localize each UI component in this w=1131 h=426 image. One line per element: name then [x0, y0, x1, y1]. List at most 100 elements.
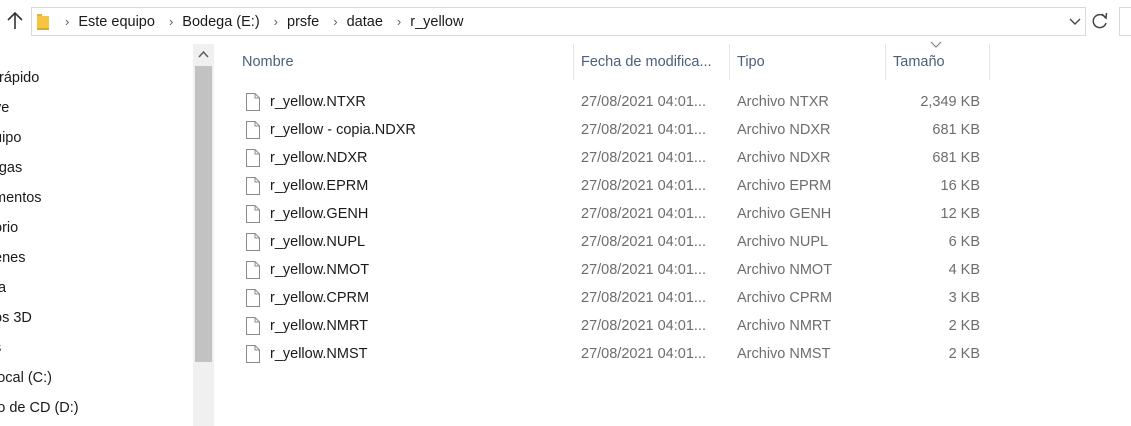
- nav-item[interactable]: rgas: [0, 160, 22, 176]
- file-type: Archivo EPRM: [737, 178, 832, 194]
- file-date: 27/08/2021 04:01...: [581, 178, 706, 194]
- file-type: Archivo NMRT: [737, 318, 831, 334]
- column-header-name[interactable]: Nombre: [242, 44, 294, 80]
- file-date: 27/08/2021 04:01...: [581, 290, 706, 306]
- address-box[interactable]: › Este equipo › Bodega (E:) › prsfe › datae › r_y…: [31, 7, 1086, 36]
- file-type: Archivo NMOT: [737, 262, 833, 278]
- nav-item[interactable]: enes: [0, 250, 25, 266]
- file-date: 27/08/2021 04:01...: [581, 122, 706, 138]
- breadcrumb-separator-icon[interactable]: ›: [274, 14, 278, 29]
- breadcrumb-separator-icon[interactable]: ›: [333, 14, 337, 29]
- file-size: 2 KB: [948, 346, 980, 362]
- file-icon: [246, 93, 260, 111]
- nav-item[interactable]: lo de CD (D:): [0, 400, 79, 416]
- breadcrumb: › Este equipo › Bodega (E:) › prsfe › datae › r_y…: [32, 8, 463, 35]
- file-type: Archivo CPRM: [737, 290, 833, 306]
- file-icon: [246, 345, 260, 363]
- column-divider[interactable]: [989, 44, 990, 80]
- file-icon: [246, 317, 260, 335]
- file-type: Archivo NDXR: [737, 150, 831, 166]
- file-row[interactable]: r_yellow.NTXR 27/08/2021 04:01... Archivo …: [233, 88, 993, 116]
- column-header-type[interactable]: Tipo: [737, 44, 765, 80]
- breadcrumb-separator-icon[interactable]: ›: [397, 14, 401, 29]
- nav-item[interactable]: orio: [0, 220, 18, 236]
- file-name: r_yellow.CPRM: [270, 290, 370, 306]
- file-size: 6 KB: [948, 234, 980, 250]
- file-icon: [246, 261, 260, 279]
- file-name: r_yellow.NUPL: [270, 234, 366, 250]
- file-type: Archivo NDXR: [737, 122, 831, 138]
- breadcrumb-item[interactable]: r_yellow: [410, 14, 463, 30]
- nav-scrollbar[interactable]: [193, 44, 214, 426]
- file-row[interactable]: r_yellow.GENH 27/08/2021 04:01... Archivo …: [233, 200, 993, 228]
- breadcrumb-separator-icon[interactable]: ›: [169, 14, 173, 29]
- file-date: 27/08/2021 04:01...: [581, 234, 706, 250]
- breadcrumb-item[interactable]: datae: [347, 14, 383, 30]
- file-type: Archivo GENH: [737, 206, 832, 222]
- column-header-date[interactable]: Fecha de modifica...: [581, 44, 712, 80]
- file-icon: [246, 205, 260, 223]
- file-date: 27/08/2021 04:01...: [581, 94, 706, 110]
- file-row[interactable]: r_yellow.NUPL 27/08/2021 04:01... Archivo …: [233, 228, 993, 256]
- nav-item[interactable]: rápido: [0, 70, 39, 86]
- file-name: r_yellow.NDXR: [270, 150, 368, 166]
- file-date: 27/08/2021 04:01...: [581, 346, 706, 362]
- file-name: r_yellow - copia.NDXR: [270, 122, 416, 138]
- file-row[interactable]: r_yellow.NMOT 27/08/2021 04:01... Archivo …: [233, 256, 993, 284]
- nav-item[interactable]: ve: [0, 100, 9, 116]
- file-row[interactable]: r_yellow.NMST 27/08/2021 04:01... Archivo …: [233, 340, 993, 368]
- file-date: 27/08/2021 04:01...: [581, 206, 706, 222]
- navigation-pane: rápido ve uipo rgas mentos orio enes ta os 3D s lo…: [0, 44, 193, 426]
- file-type: Archivo NTXR: [737, 94, 829, 110]
- breadcrumb-item[interactable]: Bodega (E:): [182, 14, 259, 30]
- search-box[interactable]: [1119, 7, 1131, 36]
- breadcrumb-item[interactable]: Este equipo: [78, 14, 155, 30]
- file-icon: [246, 149, 260, 167]
- chevron-down-icon[interactable]: [1067, 13, 1083, 29]
- file-size: 12 KB: [940, 206, 981, 222]
- nav-item[interactable]: ta: [0, 280, 6, 296]
- file-row[interactable]: r_yellow.CPRM 27/08/2021 04:01... Archivo …: [233, 284, 993, 312]
- file-row[interactable]: r_yellow.NDXR 27/08/2021 04:01... Archivo …: [233, 144, 993, 172]
- file-date: 27/08/2021 04:01...: [581, 150, 706, 166]
- file-size: 4 KB: [948, 262, 980, 278]
- file-name: r_yellow.NMRT: [270, 318, 369, 334]
- file-icon: [246, 177, 260, 195]
- file-row[interactable]: r_yellow - copia.NDXR 27/08/2021 04:01...…: [233, 116, 993, 144]
- file-date: 27/08/2021 04:01...: [581, 262, 706, 278]
- file-size: 681 KB: [932, 122, 980, 138]
- nav-item[interactable]: uipo: [0, 130, 21, 146]
- file-icon: [246, 233, 260, 251]
- file-icon: [246, 289, 260, 307]
- nav-item[interactable]: local (C:): [0, 370, 52, 386]
- file-type: Archivo NUPL: [737, 234, 829, 250]
- breadcrumb-item[interactable]: prsfe: [287, 14, 319, 30]
- file-size: 16 KB: [940, 178, 981, 194]
- file-name: r_yellow.NTXR: [270, 94, 366, 110]
- breadcrumb-separator-icon[interactable]: ›: [65, 14, 69, 29]
- file-size: 2 KB: [948, 318, 980, 334]
- file-size: 2,349 KB: [920, 94, 980, 110]
- nav-item[interactable]: s: [0, 340, 1, 356]
- file-name: r_yellow.EPRM: [270, 178, 369, 194]
- nav-item[interactable]: mentos: [0, 190, 42, 206]
- column-divider[interactable]: [885, 44, 886, 80]
- column-divider[interactable]: [729, 44, 730, 80]
- nav-item[interactable]: os 3D: [0, 310, 32, 326]
- file-icon: [246, 121, 260, 139]
- arrow-up-icon[interactable]: [4, 9, 26, 33]
- file-row[interactable]: r_yellow.EPRM 27/08/2021 04:01... Archivo …: [233, 172, 993, 200]
- file-type: Archivo NMST: [737, 346, 831, 362]
- scroll-up-arrow-icon[interactable]: [198, 50, 209, 58]
- column-divider[interactable]: [573, 44, 574, 80]
- column-header-size[interactable]: Tamaño: [893, 44, 945, 80]
- file-name: r_yellow.NMOT: [270, 262, 370, 278]
- file-row[interactable]: r_yellow.NMRT 27/08/2021 04:01... Archivo …: [233, 312, 993, 340]
- folder-icon: [37, 13, 49, 30]
- file-name: r_yellow.GENH: [270, 206, 369, 222]
- scroll-thumb[interactable]: [195, 66, 212, 362]
- file-size: 3 KB: [948, 290, 980, 306]
- file-name: r_yellow.NMST: [270, 346, 368, 362]
- refresh-icon[interactable]: [1090, 10, 1110, 32]
- file-size: 681 KB: [932, 150, 980, 166]
